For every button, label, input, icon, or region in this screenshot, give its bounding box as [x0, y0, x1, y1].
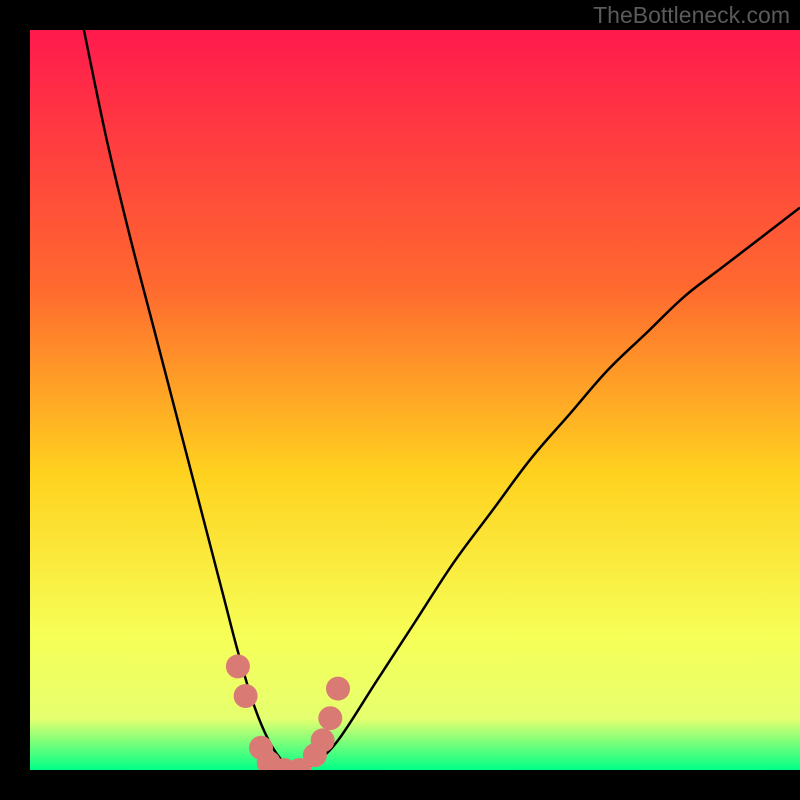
marker-point [326, 677, 350, 701]
watermark-label: TheBottleneck.com [593, 2, 790, 29]
bottleneck-chart [30, 30, 800, 770]
marker-point [234, 684, 258, 708]
marker-point [311, 728, 335, 752]
marker-point [318, 706, 342, 730]
gradient-background [30, 30, 800, 770]
marker-point [226, 654, 250, 678]
chart-container [30, 30, 800, 770]
